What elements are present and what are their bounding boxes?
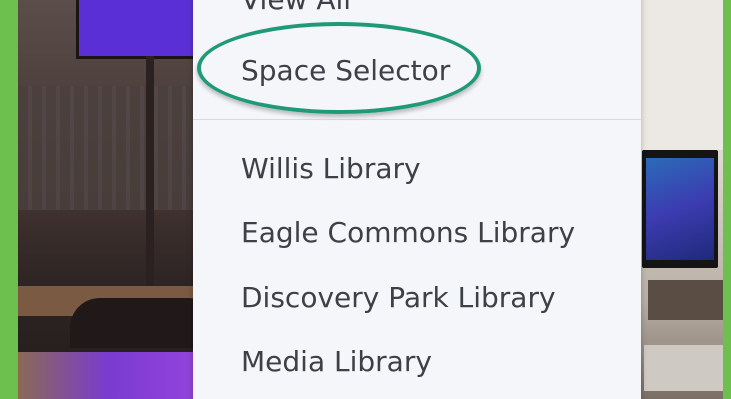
menu-item-discovery-park-library[interactable]: Discovery Park Library	[241, 284, 556, 312]
menu-divider	[193, 119, 641, 120]
highlight-annotation-ring	[197, 22, 481, 114]
room-display-screen	[76, 0, 202, 59]
background-photo-right	[640, 0, 723, 399]
menu-item-willis-library[interactable]: Willis Library	[241, 155, 421, 183]
menu-item-media-library[interactable]: Media Library	[241, 348, 432, 376]
background-photo-left	[18, 0, 218, 399]
menu-item-view-all[interactable]: View All	[241, 0, 351, 14]
page: View All Space Selector Willis Library E…	[0, 0, 731, 399]
menu-item-eagle-commons-library[interactable]: Eagle Commons Library	[241, 219, 575, 247]
